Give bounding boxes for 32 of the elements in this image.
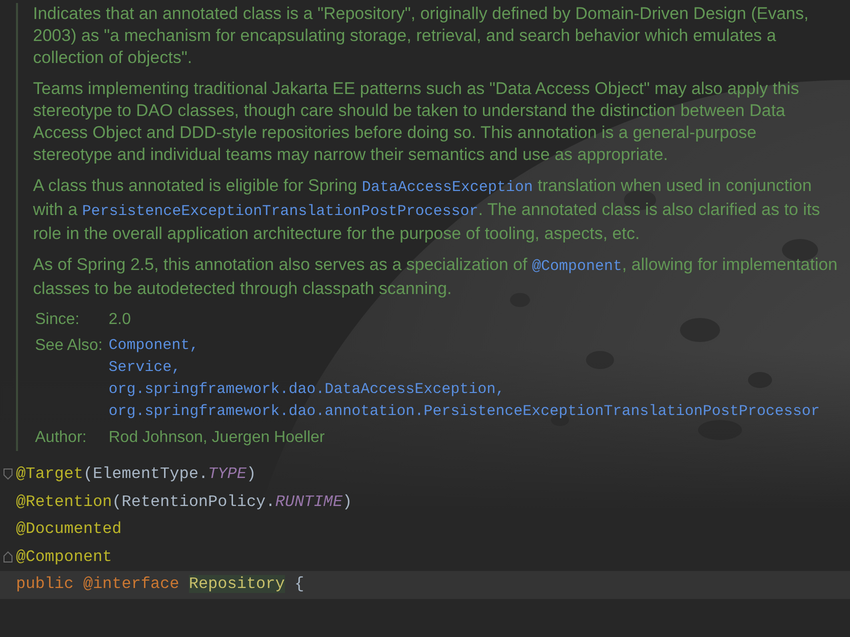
annotation-token: @Target: [16, 465, 84, 483]
see-also-link[interactable]: org.springframework.dao.DataAccessException,: [108, 379, 840, 401]
tag-label: Since:: [35, 310, 80, 330]
tag-value: 2.0: [108, 310, 132, 330]
annotation-token: @Component: [16, 548, 112, 566]
code-token: {: [294, 575, 304, 593]
code-token: (ElementType.: [83, 465, 208, 483]
constant-token: RUNTIME: [275, 492, 342, 510]
tag-label: Author:: [35, 428, 88, 448]
doc-paragraph: Indicates that an annotated class is a "Repository", originally defined by Domain-Driven Design (Evans, 2003) as "a mechanism for encapsulating storage, retrieval, and search behavior which emulates a collection of objects".: [33, 3, 810, 69]
see-also-link[interactable]: Component,: [108, 335, 840, 357]
code-link[interactable]: @Component: [532, 258, 622, 275]
see-also-link[interactable]: org.springframework.dao.annotation.PersistenceExceptionTranslationPostProcessor: [108, 401, 840, 423]
code-token: (RetentionPolicy.: [112, 492, 276, 510]
fold-icon[interactable]: [3, 550, 13, 562]
see-also-link[interactable]: Service,: [108, 357, 840, 379]
fold-icon[interactable]: [3, 468, 13, 480]
class-name-token: Repository: [188, 575, 285, 593]
doc-paragraph: Teams implementing traditional Jakarta EE patterns such as "Data Access Object" may also apply this stereotype to DAO classes, though care should be taken to understand the distinction between Data Access Object and DDD-style repositories before doing so. This annotation is a general-purpose stereotype and individual teams may narrow their semantics and use as appropriate.: [33, 78, 800, 166]
code-link[interactable]: PersistenceExceptionTranslationPostProcessor: [82, 203, 478, 220]
tag-value: Rod Johnson, Juergen Hoeller: [108, 428, 326, 448]
annotation-token: @Documented: [16, 520, 122, 538]
code-token: ): [246, 465, 256, 483]
code-token: ): [342, 492, 352, 510]
constant-token: TYPE: [208, 465, 246, 483]
doc-paragraph: As of Spring 2.5, this annotation also serves as a specialization of @Component, allowing for implementation classes to be autodetected through classpath scanning.: [33, 254, 838, 300]
annotation-token: @Retention: [16, 492, 112, 510]
code-link[interactable]: DataAccessException: [362, 179, 533, 196]
keyword-token: public: [16, 575, 74, 593]
tag-label: See Also:: [35, 336, 103, 356]
keyword-token: @interface: [83, 575, 180, 593]
doc-paragraph: A class thus annotated is eligible for Spring DataAccessException translation when used in conjunction with a PersistenceExceptionTranslationPostProcessor. The annotated class is also clarified as to its role in the overall application architecture for the purpose of tooling, aspects, etc.: [33, 175, 821, 245]
